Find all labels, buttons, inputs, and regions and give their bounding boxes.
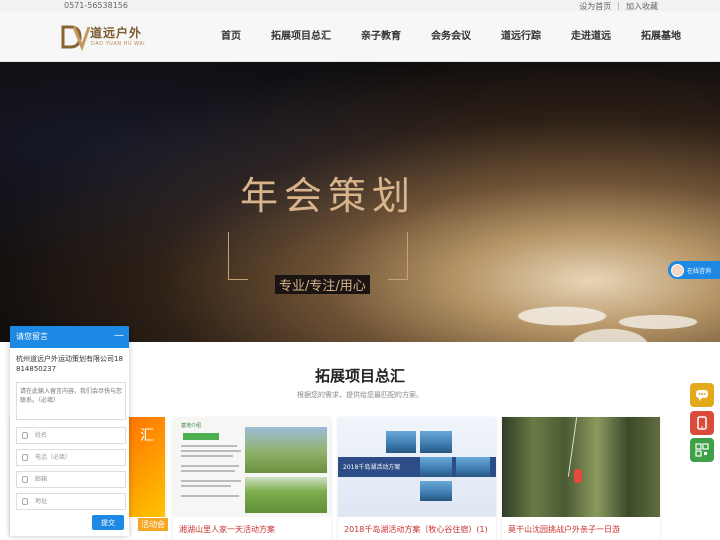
message-widget: 请您留言 — 杭州道远户外运动策划有限公司18814850237 姓名 电话（必… xyxy=(10,326,129,536)
email-field[interactable]: 邮箱 xyxy=(16,471,126,488)
project-card[interactable]: 基地介绍 湘湖山里人家一天活动方案 xyxy=(173,417,331,540)
poster-photo xyxy=(420,457,452,477)
card-image: 基地介绍 xyxy=(173,417,331,517)
banquet-tables-image xyxy=(490,292,720,342)
project-card[interactable]: 2018千岛湖活动方案 2018千岛湖活动方案（牧心谷住宿）(1) xyxy=(338,417,496,540)
logo-mark-icon xyxy=(61,25,90,52)
chat-side-button[interactable] xyxy=(690,383,714,407)
poster-title: 2018千岛湖活动方案 xyxy=(343,464,401,471)
zipline-person xyxy=(574,469,582,483)
doc-line xyxy=(181,455,233,457)
top-info-bar: 0571-56538156 设为首页 | 加入收藏 xyxy=(0,0,720,12)
zipline-rope xyxy=(567,417,578,477)
online-consult-label: 在线咨询 xyxy=(687,267,712,275)
poster-photo xyxy=(456,457,490,477)
card-image-text: 汇 xyxy=(140,428,154,444)
email-placeholder: 邮箱 xyxy=(35,476,48,483)
card-caption[interactable]: 2018千岛湖活动方案（牧心谷住宿）(1) xyxy=(344,524,488,535)
top-links: 设为首页 | 加入收藏 xyxy=(579,1,658,12)
banner-frame-right xyxy=(388,232,408,280)
submit-button[interactable]: 提交 xyxy=(92,515,124,530)
address-placeholder: 地址 xyxy=(35,498,48,505)
doc-heading: 基地介绍 xyxy=(181,423,202,429)
mail-icon xyxy=(22,476,28,483)
project-card[interactable]: 莫干山沈园挑战户外亲子一日游 xyxy=(502,417,660,540)
nav-item-bases[interactable]: 拓展基地 xyxy=(626,12,696,62)
site-logo[interactable]: 道远户外 DAO YUAN HU WAI xyxy=(60,22,150,52)
nav-item-meetings[interactable]: 会务会议 xyxy=(416,12,486,62)
chat-bubble-icon xyxy=(696,390,708,401)
set-homepage-link[interactable]: 设为首页 xyxy=(579,1,611,12)
card-caption[interactable]: 莫干山沈园挑战户外亲子一日游 xyxy=(508,524,620,535)
name-placeholder: 姓名 xyxy=(35,432,48,439)
phone-side-button[interactable] xyxy=(690,411,714,435)
phone-placeholder: 电话（必填） xyxy=(35,454,72,461)
phone-icon xyxy=(697,416,707,430)
doc-line xyxy=(181,445,237,447)
nav-item-home[interactable]: 首页 xyxy=(206,12,256,62)
card-caption[interactable]: 湘湖山里人家一天活动方案 xyxy=(179,524,275,535)
nav-item-parenting[interactable]: 亲子教育 xyxy=(346,12,416,62)
card-image: 2018千岛湖活动方案 xyxy=(338,417,496,517)
hero-banner[interactable]: 年会策划 专业/专注/用心 xyxy=(0,62,720,342)
add-bookmark-link[interactable]: 加入收藏 xyxy=(626,1,658,12)
message-widget-title: 请您留言 xyxy=(16,332,48,341)
minimize-icon[interactable]: — xyxy=(114,325,124,347)
user-icon xyxy=(22,432,28,439)
poster-photo xyxy=(386,431,416,453)
doc-tag xyxy=(183,433,219,440)
qrcode-side-button[interactable] xyxy=(690,438,714,462)
name-field[interactable]: 姓名 xyxy=(16,427,126,444)
phone-icon xyxy=(22,454,28,461)
company-contact: 杭州道远户外运动策划有限公司18814850237 xyxy=(16,355,123,373)
nav-item-tracks[interactable]: 道远行踪 xyxy=(486,12,556,62)
message-textarea[interactable] xyxy=(16,382,126,420)
qrcode-icon xyxy=(695,443,709,457)
address-field[interactable]: 地址 xyxy=(16,493,126,510)
message-widget-header[interactable]: 请您留言 — xyxy=(10,326,129,348)
card-caption[interactable]: 活动会 xyxy=(138,518,168,531)
doc-line xyxy=(181,495,239,497)
poster-photo xyxy=(420,481,452,501)
banner-frame-left xyxy=(228,232,248,280)
site-header: 道远户外 DAO YUAN HU WAI 首页 拓展项目总汇 亲子教育 会务会议… xyxy=(0,12,720,62)
doc-line xyxy=(181,470,235,472)
hotline-phone: 0571-56538156 xyxy=(64,1,128,10)
location-icon xyxy=(22,498,28,505)
agent-avatar-icon xyxy=(671,263,684,277)
banner-title: 年会策划 xyxy=(240,174,417,218)
doc-line xyxy=(181,485,231,487)
logo-subtitle: DAO YUAN HU WAI xyxy=(91,41,146,47)
online-consult-button[interactable]: 在线咨询 xyxy=(668,261,720,279)
doc-line xyxy=(181,450,241,452)
link-separator: | xyxy=(617,1,620,10)
nav-item-about[interactable]: 走进道远 xyxy=(556,12,626,62)
doc-photo xyxy=(245,477,327,513)
nav-item-projects[interactable]: 拓展项目总汇 xyxy=(256,12,346,62)
card-image xyxy=(502,417,660,517)
doc-line xyxy=(181,480,241,482)
poster-photo xyxy=(420,431,452,453)
phone-field[interactable]: 电话（必填） xyxy=(16,449,126,466)
banner-subtitle: 专业/专注/用心 xyxy=(275,275,370,294)
logo-name: 道远户外 xyxy=(90,26,143,40)
main-nav: 首页 拓展项目总汇 亲子教育 会务会议 道远行踪 走进道远 拓展基地 xyxy=(206,12,696,62)
doc-photo xyxy=(245,427,327,473)
doc-line xyxy=(181,465,239,467)
